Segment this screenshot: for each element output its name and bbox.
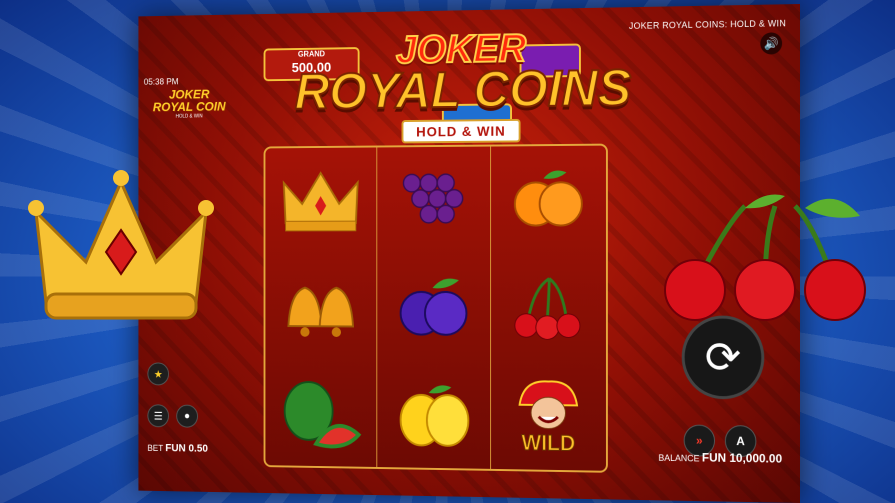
balance-display: BALANCE FUN 10,000.00 xyxy=(658,450,783,466)
menu-icon[interactable]: ☰ xyxy=(147,404,170,428)
crown-decoration xyxy=(28,170,214,320)
star-icon[interactable]: ★ xyxy=(147,362,170,386)
hold-win-banner: HOLD & WIN xyxy=(401,118,521,144)
plum-symbol xyxy=(377,254,490,361)
coin-stack-icon[interactable]: ● xyxy=(176,404,198,428)
watermelon-symbol xyxy=(265,360,376,467)
bells-symbol xyxy=(265,254,376,361)
reel xyxy=(377,146,492,469)
wild-label: WILD xyxy=(521,430,576,456)
orange-symbol xyxy=(491,146,606,254)
reel xyxy=(265,147,378,468)
joker-wild-symbol: WILD xyxy=(491,361,606,470)
spin-arrows-icon: ⟳ xyxy=(704,332,742,382)
spin-button[interactable]: ⟳ xyxy=(681,315,765,400)
main-logo: JOKER ROYAL COINS HOLD & WIN xyxy=(238,26,692,145)
clock: 05:38 PM xyxy=(143,76,179,87)
crown-symbol xyxy=(265,147,376,254)
reel: WILD xyxy=(491,146,606,471)
bet-display: BET FUN 0.50 xyxy=(147,442,208,455)
small-logo: JOKER ROYAL COIN HOLD & WIN xyxy=(152,86,226,120)
grapes-symbol xyxy=(377,147,490,254)
lemon-symbol xyxy=(377,360,490,468)
reel-grid: WILD xyxy=(263,143,608,473)
cherries-symbol xyxy=(491,254,606,362)
cherries-decoration xyxy=(664,194,866,321)
